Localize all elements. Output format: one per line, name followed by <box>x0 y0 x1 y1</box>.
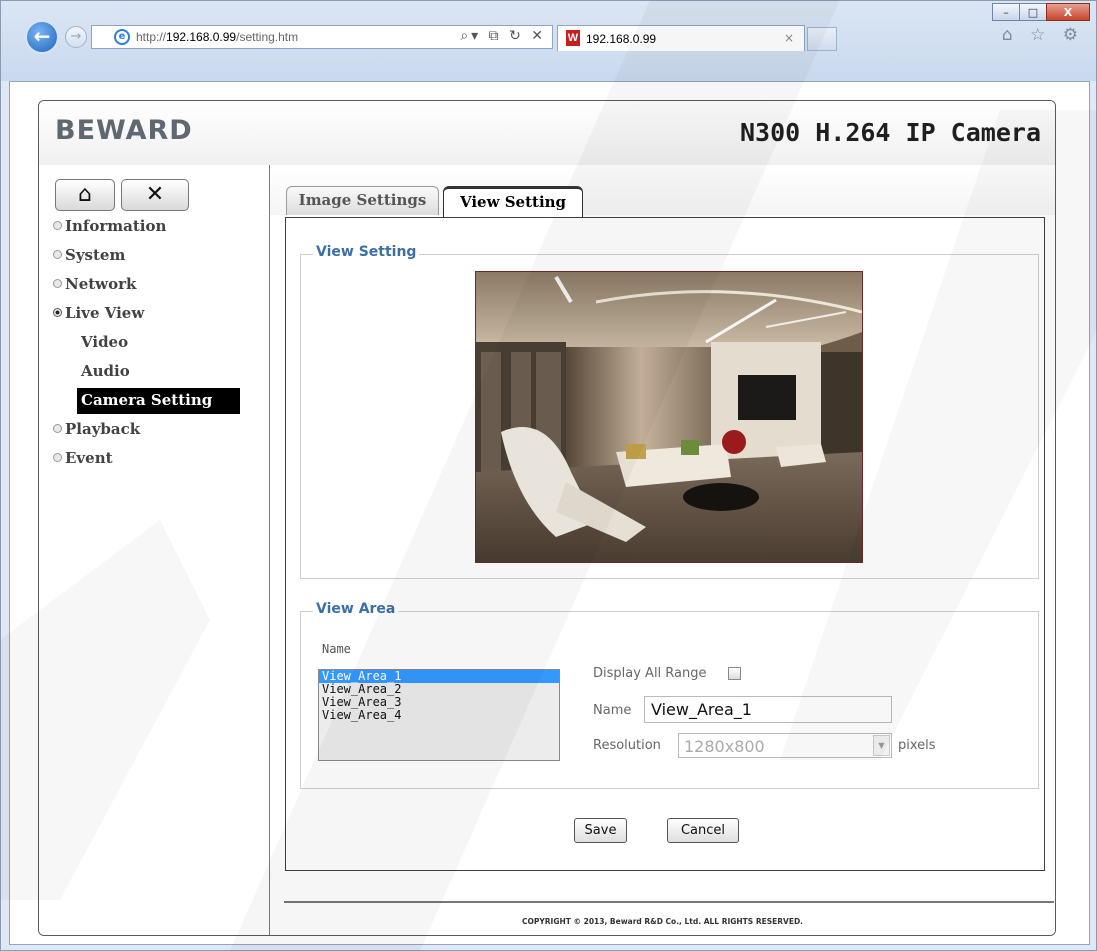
sidebar-item-camera-setting[interactable]: Camera Setting <box>53 388 241 420</box>
url-prefix: http:// <box>136 30 167 44</box>
view-area-listbox[interactable]: View_Area_1 View_Area_2 View_Area_3 View… <box>318 669 560 761</box>
sidebar-item-video[interactable]: Video <box>53 333 240 362</box>
sidebar-menu: Information System Network Live View Vid… <box>53 217 241 478</box>
display-all-range-label: Display All Range <box>593 666 707 681</box>
save-button[interactable]: Save <box>574 818 627 843</box>
tab-close-icon[interactable]: × <box>784 31 794 45</box>
ie-icon: e <box>114 29 130 45</box>
back-button[interactable]: ← <box>25 20 59 54</box>
page-header: BEWARD N300 H.264 IP Camera <box>39 101 1055 166</box>
sidebar-item-network[interactable]: Network <box>53 275 240 304</box>
minimize-button[interactable]: – <box>992 3 1020 21</box>
sidebar-item-playback[interactable]: Playback <box>53 420 240 449</box>
resolution-label: Resolution <box>593 738 661 753</box>
radio-icon <box>53 279 62 288</box>
url-text[interactable]: http://192.168.0.99/setting.htm <box>136 30 298 44</box>
url-path: /setting.htm <box>236 30 299 44</box>
address-bar[interactable]: e http://192.168.0.99/setting.htm ⌕▾ ⧉ ↻… <box>91 25 553 49</box>
settings-button[interactable]: ✕ <box>121 179 189 211</box>
arrow-left-icon: ← <box>33 24 51 48</box>
sidebar-item-audio[interactable]: Audio <box>53 362 240 391</box>
view-setting-legend: View Setting <box>313 244 420 260</box>
radio-icon <box>53 250 62 259</box>
name-input[interactable]: View_Area_1 <box>644 696 892 723</box>
beward-favicon-icon: W <box>566 30 580 46</box>
list-caption: Name <box>322 642 351 656</box>
product-title: N300 H.264 IP Camera <box>739 118 1041 147</box>
main-content: Image Settings View Setting View Setting <box>270 165 1055 935</box>
view-setting-group: View Setting <box>300 244 1039 579</box>
camera-web-page: BEWARD N300 H.264 IP Camera ⌂ ✕ Informat… <box>38 100 1056 936</box>
sidebar-item-information[interactable]: Information <box>53 217 240 246</box>
sidebar-item-event[interactable]: Event <box>53 449 240 478</box>
browser-tab[interactable]: W 192.168.0.99 × <box>557 25 805 51</box>
home-icon: ⌂ <box>78 182 92 207</box>
browser-titlebar: – □ X ← → e http://192.168.0.99/setting.… <box>1 1 1096 81</box>
camera-preview-image <box>475 271 863 563</box>
display-all-range-checkbox[interactable] <box>728 667 741 680</box>
name-label: Name <box>593 703 632 718</box>
radio-icon <box>53 221 62 230</box>
resolution-unit: pixels <box>898 738 936 753</box>
cancel-button[interactable]: Cancel <box>667 818 739 843</box>
radio-icon <box>53 453 62 462</box>
sidebar-item-live-view[interactable]: Live View <box>53 304 240 333</box>
resolution-value: 1280x800 <box>684 737 765 756</box>
sidebar: ⌂ ✕ Information System Network Live View… <box>39 165 270 935</box>
arrow-right-icon: → <box>70 29 82 44</box>
sidebar-item-system[interactable]: System <box>53 246 240 275</box>
copyright-text: COPYRIGHT © 2013, Beward R&D Co., Ltd. A… <box>521 917 804 926</box>
tab-image-settings[interactable]: Image Settings <box>286 186 439 215</box>
home-favorites-settings-icons[interactable]: ⌂ ☆ ⚙ <box>1002 25 1084 45</box>
list-option[interactable]: View_Area_4 <box>319 709 559 722</box>
tab-view-setting[interactable]: View Setting <box>443 186 583 217</box>
view-area-legend: View Area <box>313 601 399 617</box>
view-area-group: View Area Name View_Area_1 View_Area_2 V… <box>300 601 1039 789</box>
beward-logo: BEWARD <box>55 115 193 146</box>
window-controls: – □ X <box>992 3 1090 21</box>
tab-title: 192.168.0.99 <box>586 32 657 46</box>
home-button[interactable]: ⌂ <box>55 179 115 211</box>
chevron-down-icon: ▼ <box>873 735 890 756</box>
forward-button[interactable]: → <box>65 26 87 48</box>
maximize-button[interactable]: □ <box>1019 3 1047 21</box>
tools-icon: ✕ <box>145 182 165 207</box>
footer-divider <box>284 901 1054 903</box>
address-tools-icons[interactable]: ⌕▾ ⧉ ↻ ✕ <box>460 28 546 44</box>
living-room-snapshot <box>476 272 862 562</box>
url-host: 192.168.0.99 <box>166 30 237 44</box>
close-button[interactable]: X <box>1046 3 1090 21</box>
new-tab-button[interactable] <box>807 27 837 51</box>
resolution-select[interactable]: 1280x800 ▼ <box>678 733 892 758</box>
radio-icon <box>53 424 62 433</box>
radio-selected-icon <box>53 308 62 317</box>
settings-panel: View Setting View Area Name View_Area_1 … <box>285 217 1045 871</box>
